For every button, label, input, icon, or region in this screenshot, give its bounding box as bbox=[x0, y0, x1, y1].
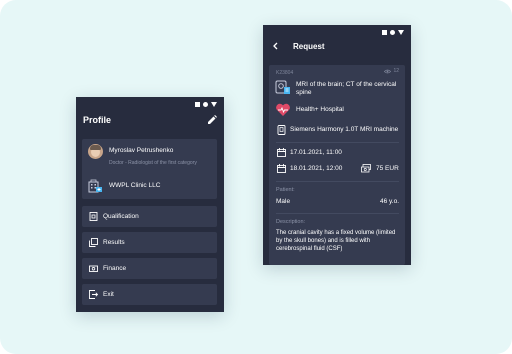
device-icon bbox=[277, 125, 286, 135]
edit-pencil-icon[interactable] bbox=[207, 115, 217, 125]
description-label: Description: bbox=[276, 219, 306, 225]
patient-gender: Male bbox=[276, 198, 291, 205]
status-bar bbox=[382, 29, 404, 35]
menu-item-label: Results bbox=[103, 239, 125, 246]
profile-screen: Profile Myroslav Petrushenko Doctor - Ra… bbox=[76, 97, 224, 312]
menu-item-results[interactable]: Results bbox=[82, 232, 217, 253]
description-text: The cranial cavity has a fixed volume (l… bbox=[276, 230, 396, 252]
menu-item-finance[interactable]: Finance bbox=[82, 258, 217, 279]
views-counter: 12 bbox=[384, 68, 399, 74]
calendar-icon bbox=[277, 164, 286, 173]
finance-icon bbox=[89, 265, 98, 272]
mri-scanner-icon bbox=[275, 80, 290, 94]
qualification-icon bbox=[89, 212, 98, 221]
hospital-name: Health+ Hospital bbox=[296, 106, 344, 113]
profile-card[interactable]: Myroslav Petrushenko Doctor - Radiologis… bbox=[82, 139, 217, 199]
divider bbox=[276, 181, 399, 182]
money-icon bbox=[361, 164, 371, 173]
user-name: Myroslav Petrushenko bbox=[109, 147, 174, 154]
price: 75 EUR bbox=[376, 165, 399, 172]
menu-item-label: Finance bbox=[103, 265, 127, 272]
heart-hospital-icon bbox=[276, 103, 290, 116]
calendar-icon bbox=[277, 148, 286, 157]
exam-type: MRI of the brain; CT of the cervical spi… bbox=[296, 81, 397, 96]
machine-name: Siemens Harmony 1.0T MRI machine bbox=[290, 126, 399, 133]
status-circle-icon bbox=[390, 29, 395, 35]
avatar bbox=[88, 144, 103, 159]
page-title: Profile bbox=[83, 115, 112, 125]
back-arrow-icon[interactable] bbox=[272, 42, 279, 50]
results-icon bbox=[89, 238, 98, 247]
request-card: K23804 12 MRI of the brain; CT of the ce… bbox=[269, 65, 405, 265]
user-role: Doctor - Radiologist of the first catego… bbox=[109, 160, 197, 166]
clinic-name: WWPL Clinic LLC bbox=[109, 182, 161, 189]
menu-item-label: Qualification bbox=[103, 213, 139, 220]
menu-item-label: Exit bbox=[103, 291, 114, 298]
clinic-building-icon bbox=[88, 179, 102, 193]
status-bar bbox=[195, 101, 217, 107]
status-circle-icon bbox=[203, 101, 208, 107]
eye-icon bbox=[384, 69, 392, 73]
end-datetime: 18.01.2021, 12:00 bbox=[290, 165, 343, 172]
request-screen: Request K23804 12 MRI of the brain; CT o… bbox=[263, 25, 411, 265]
divider bbox=[276, 213, 399, 214]
divider bbox=[276, 142, 399, 143]
request-id: K23804 bbox=[276, 70, 294, 76]
status-triangle-icon bbox=[398, 29, 404, 35]
start-datetime: 17.01.2021, 11:00 bbox=[290, 149, 342, 156]
views-count: 12 bbox=[393, 68, 399, 74]
menu-item-qualification[interactable]: Qualification bbox=[82, 206, 217, 227]
patient-label: Patient: bbox=[276, 187, 295, 193]
status-triangle-icon bbox=[211, 101, 217, 107]
page-title: Request bbox=[293, 42, 325, 51]
menu-item-exit[interactable]: Exit bbox=[82, 284, 217, 305]
exit-icon bbox=[89, 290, 98, 299]
status-square-icon bbox=[382, 29, 387, 35]
patient-age: 46 y.o. bbox=[379, 198, 399, 205]
status-square-icon bbox=[195, 101, 200, 107]
